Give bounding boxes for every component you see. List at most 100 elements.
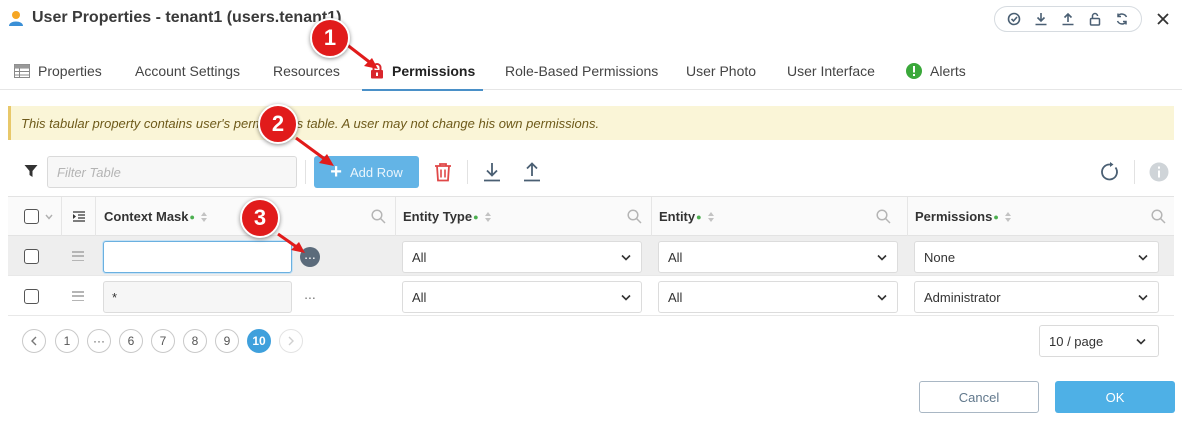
column-header-permissions[interactable]: Permissions ● xyxy=(908,197,1174,236)
upload-icon xyxy=(524,162,540,182)
import-button[interactable] xyxy=(520,160,544,184)
select-value: All xyxy=(668,289,683,305)
prev-page-button[interactable] xyxy=(22,329,46,353)
drag-handle-icon[interactable] xyxy=(72,251,84,261)
page-number: 7 xyxy=(159,334,167,348)
reset-button[interactable] xyxy=(1098,160,1122,184)
select-all-cell xyxy=(8,197,62,236)
context-mask-input[interactable] xyxy=(103,241,292,273)
tab-account-settings[interactable]: Account Settings xyxy=(135,52,240,90)
sort-icon[interactable] xyxy=(484,211,491,222)
tab-label: Properties xyxy=(38,63,102,79)
column-header-entity[interactable]: Entity ● xyxy=(652,197,908,236)
unlock-icon[interactable] xyxy=(1086,10,1104,28)
window-tools xyxy=(994,6,1142,32)
filter-icon xyxy=(24,165,38,177)
tab-properties[interactable]: Properties xyxy=(14,52,102,90)
refresh-icon[interactable] xyxy=(1113,10,1131,28)
current-page-button[interactable]: 10 xyxy=(247,329,271,353)
tab-label: Role-Based Permissions xyxy=(505,63,659,79)
trash-icon xyxy=(435,163,451,182)
drag-handle-icon[interactable] xyxy=(72,291,84,301)
page-button[interactable]: 7 xyxy=(151,329,175,353)
permissions-select[interactable]: None xyxy=(914,241,1159,273)
tab-alerts[interactable]: Alerts xyxy=(906,52,966,90)
indent-icon[interactable] xyxy=(72,211,85,222)
table-row[interactable]: ... All All None xyxy=(8,236,1174,276)
context-mask-input[interactable] xyxy=(103,281,292,313)
tab-label: Alerts xyxy=(930,63,966,79)
add-row-button[interactable]: + Add Row xyxy=(314,156,419,188)
tab-user-interface[interactable]: User Interface xyxy=(787,52,875,90)
plus-icon: + xyxy=(330,161,342,183)
more-options-button[interactable]: ... xyxy=(300,247,320,267)
row-checkbox[interactable] xyxy=(24,249,39,264)
sort-icon[interactable] xyxy=(1004,211,1011,222)
cancel-button[interactable]: Cancel xyxy=(919,381,1039,413)
entity-select[interactable]: All xyxy=(658,281,898,313)
row-checkbox[interactable] xyxy=(24,289,39,304)
toolbar-divider xyxy=(1134,160,1135,184)
page-jump-button[interactable]: ··· xyxy=(87,329,111,353)
select-value: None xyxy=(924,249,956,265)
tab-user-photo[interactable]: User Photo xyxy=(686,52,756,90)
page-size-value: 10 / page xyxy=(1049,333,1104,349)
export-button[interactable] xyxy=(480,160,504,184)
next-page-button[interactable] xyxy=(279,329,303,353)
callout-number: 1 xyxy=(323,25,337,50)
validate-icon[interactable] xyxy=(1005,10,1023,28)
search-icon[interactable] xyxy=(1151,209,1166,224)
permissions-select[interactable]: Administrator xyxy=(914,281,1159,313)
page-button[interactable]: 6 xyxy=(119,329,143,353)
chevron-down-icon xyxy=(1138,254,1148,261)
banner-text: This tabular property contains user's pe… xyxy=(21,115,600,131)
ellipsis-icon: ... xyxy=(304,286,316,302)
filter-table-input[interactable] xyxy=(47,156,297,188)
sort-icon[interactable] xyxy=(200,211,207,222)
table-toolbar: + Add Row xyxy=(0,154,1182,190)
annotation-callout-1: 1 xyxy=(310,18,350,58)
close-icon[interactable] xyxy=(1152,8,1174,30)
chevron-left-icon xyxy=(31,336,37,346)
column-header-entity-type[interactable]: Entity Type ● xyxy=(396,197,652,236)
download-icon[interactable] xyxy=(1032,10,1050,28)
page-number: 10 xyxy=(252,334,266,348)
page-size-select[interactable]: 10 / page xyxy=(1039,325,1159,357)
search-icon[interactable] xyxy=(371,209,386,224)
table-row[interactable]: ... All All Administrator xyxy=(8,276,1174,316)
page-number: 6 xyxy=(127,334,135,348)
tab-label: Account Settings xyxy=(135,63,241,79)
chevron-right-icon xyxy=(288,336,294,346)
toolbar-divider xyxy=(467,160,468,184)
cancel-label: Cancel xyxy=(958,389,1000,405)
page-number: 9 xyxy=(223,334,231,348)
ok-button[interactable]: OK xyxy=(1055,381,1175,413)
reset-icon xyxy=(1101,162,1118,181)
info-button[interactable] xyxy=(1147,160,1171,184)
annotation-callout-3: 3 xyxy=(240,198,280,238)
search-icon[interactable] xyxy=(876,209,891,224)
sort-icon[interactable] xyxy=(707,211,714,222)
page-number: 1 xyxy=(63,334,71,348)
page-button[interactable]: 9 xyxy=(215,329,239,353)
chevron-down-icon[interactable] xyxy=(45,214,53,220)
tab-label: User Interface xyxy=(787,63,875,79)
entity-type-select[interactable]: All xyxy=(402,281,642,313)
select-all-checkbox[interactable] xyxy=(24,209,39,224)
annotation-callout-2: 2 xyxy=(258,104,298,144)
tab-role-based-permissions[interactable]: Role-Based Permissions xyxy=(505,52,658,90)
more-options-button[interactable]: ... xyxy=(300,287,320,307)
tab-permissions[interactable]: Permissions xyxy=(361,52,484,91)
lock-icon xyxy=(370,63,384,79)
delete-row-button[interactable] xyxy=(431,160,455,184)
tab-label: Permissions xyxy=(392,63,476,79)
upload-icon[interactable] xyxy=(1059,10,1077,28)
entity-select[interactable]: All xyxy=(658,241,898,273)
page-button[interactable]: 1 xyxy=(55,329,79,353)
required-dot-icon: ● xyxy=(696,211,702,222)
search-icon[interactable] xyxy=(627,209,642,224)
page-button[interactable]: 8 xyxy=(183,329,207,353)
entity-type-select[interactable]: All xyxy=(402,241,642,273)
toolbar-divider xyxy=(305,160,306,184)
download-icon xyxy=(484,163,500,182)
